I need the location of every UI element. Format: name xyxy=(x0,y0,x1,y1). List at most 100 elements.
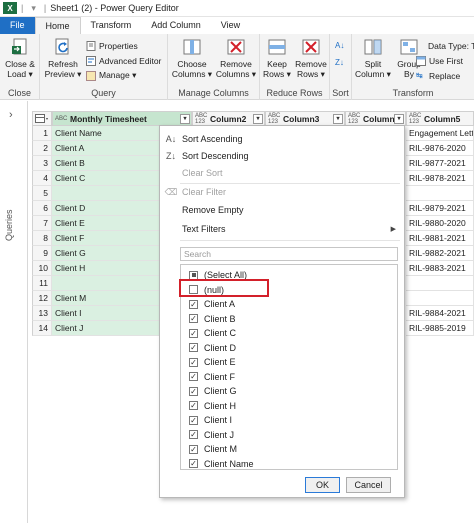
cell-column5[interactable]: RIL-9878-2021 xyxy=(406,171,474,186)
filter-item[interactable]: ✓ Client F xyxy=(189,370,235,384)
row-number[interactable]: 7 xyxy=(32,216,52,231)
sort-group: A↓ Z↓ Sort xyxy=(330,34,352,100)
manage-columns-group: Choose Columns ▾ Remove Columns ▾ Manage… xyxy=(168,34,260,100)
expand-queries-chevron-icon[interactable]: › xyxy=(9,109,13,121)
use-first-row-icon xyxy=(416,55,426,66)
filter-checkbox[interactable]: ✓ xyxy=(189,299,198,309)
row-number[interactable]: 4 xyxy=(32,171,52,186)
filter-item[interactable]: ✓ Client D xyxy=(189,341,236,355)
quick-access-dropdown-icon[interactable]: ▾ xyxy=(31,3,36,14)
column-header-column3[interactable]: ABC 123 Column3 ▾ xyxy=(265,111,345,126)
column-filter-dropdown-button[interactable]: ▾ xyxy=(253,114,263,124)
column-filter-dropdown-button[interactable]: ▾ xyxy=(180,114,190,124)
cell-column5[interactable]: RIL-9877-2021 xyxy=(406,156,474,171)
cell-column5[interactable]: RIL-9883-2021 xyxy=(406,261,474,276)
cancel-button[interactable]: Cancel xyxy=(346,477,391,493)
cell-column5[interactable]: RIL-9882-2021 xyxy=(406,246,474,261)
replace-values-button[interactable]: ↹ Replace xyxy=(416,69,460,82)
filter-checkbox[interactable]: ✓ xyxy=(189,328,198,338)
filter-item[interactable]: ✓ Client J xyxy=(189,428,234,442)
table-corner-button[interactable] xyxy=(32,111,52,126)
sort-descending-ribbon-button[interactable]: Z↓ xyxy=(335,56,344,69)
column-header-column5[interactable]: ABC 123 Column5 xyxy=(406,111,474,126)
refresh-preview-button[interactable]: Refresh Preview ▾ xyxy=(44,37,82,79)
filter-checkbox[interactable]: ✓ xyxy=(189,343,198,352)
filter-checkbox[interactable]: ✓ xyxy=(189,430,198,439)
manage-button[interactable]: Manage ▾ xyxy=(86,69,136,82)
row-number[interactable]: 8 xyxy=(32,231,52,246)
cell-column5[interactable]: RIL-9881-2021 xyxy=(406,231,474,246)
remove-columns-button[interactable]: Remove Columns ▾ xyxy=(214,37,258,79)
menu-sort-ascending[interactable]: A↓ Sort Ascending xyxy=(160,130,404,147)
filter-item[interactable]: ✓ Client G xyxy=(189,384,237,398)
row-number[interactable]: 14 xyxy=(32,321,52,336)
filter-item[interactable]: ✓ Client B xyxy=(189,312,236,326)
remove-rows-button[interactable]: Remove Rows ▾ xyxy=(293,37,329,79)
tab-file[interactable]: File xyxy=(0,17,35,34)
row-number[interactable]: 11 xyxy=(32,276,52,291)
cell-column5[interactable] xyxy=(406,291,474,306)
filter-item[interactable]: ✓ Client A xyxy=(189,297,235,311)
row-number[interactable]: 1 xyxy=(32,126,52,141)
filter-checkbox[interactable]: ✓ xyxy=(189,401,198,410)
cell-column5[interactable]: RIL-9885-2019 xyxy=(406,321,474,336)
filter-item[interactable]: ✓ Client H xyxy=(189,399,236,413)
data-type-dropdown[interactable]: Data Type: T xyxy=(428,39,474,52)
menu-text-filters[interactable]: Text Filters ▶ xyxy=(160,220,404,237)
tab-view[interactable]: View xyxy=(211,17,250,34)
filter-checkbox[interactable]: ✓ xyxy=(189,372,198,381)
close-load-button[interactable]: Close & Load ▾ xyxy=(3,37,37,79)
cell-column5[interactable]: Engagement Letter xyxy=(406,126,474,141)
row-number[interactable]: 9 xyxy=(32,246,52,261)
filter-checkbox[interactable]: ✓ xyxy=(189,415,198,425)
column-type-icon: ABC xyxy=(55,115,68,122)
row-number[interactable]: 3 xyxy=(32,156,52,171)
row-number[interactable]: 2 xyxy=(32,141,52,156)
properties-button[interactable]: Properties xyxy=(86,39,138,52)
row-number[interactable]: 6 xyxy=(32,201,52,216)
row-number[interactable]: 13 xyxy=(32,306,52,321)
filter-checkbox[interactable]: ✓ xyxy=(189,314,198,323)
filter-checkbox[interactable]: ✓ xyxy=(189,357,198,367)
tab-home[interactable]: Home xyxy=(34,17,81,34)
cell-column5[interactable] xyxy=(406,186,474,201)
sort-ascending-ribbon-button[interactable]: A↓ xyxy=(335,39,344,52)
filter-item[interactable]: ✓ Client C xyxy=(189,326,236,340)
tab-add-column[interactable]: Add Column xyxy=(141,17,211,34)
column-header-column4[interactable]: ABC 123 Column4 ▾ xyxy=(345,111,406,126)
cell-column5[interactable] xyxy=(406,276,474,291)
cell-column5[interactable]: RIL-9880-2020 xyxy=(406,216,474,231)
filter-search-input[interactable]: Search xyxy=(180,247,398,261)
filter-item[interactable]: ✓ Client I xyxy=(189,413,232,427)
filter-checkbox[interactable]: ✓ xyxy=(189,459,198,468)
cell-column5[interactable]: RIL-9884-2021 xyxy=(406,306,474,321)
filter-item[interactable]: ✓ Client Name xyxy=(189,457,254,471)
column-filter-dropdown-button[interactable]: ▾ xyxy=(333,114,343,124)
cell-column5[interactable]: RIL-9879-2021 xyxy=(406,201,474,216)
cell-column5[interactable]: RIL-9876-2020 xyxy=(406,141,474,156)
choose-columns-label-2: Columns ▾ xyxy=(171,69,213,79)
filter-item[interactable]: ✓ Client M xyxy=(189,442,237,456)
column-header-column2[interactable]: ABC 123 Column2 ▾ xyxy=(192,111,265,126)
menu-item-label: Clear Filter xyxy=(182,186,227,197)
menu-sort-descending[interactable]: Z↓ Sort Descending xyxy=(160,147,404,164)
tab-transform[interactable]: Transform xyxy=(81,17,142,34)
use-first-row-button[interactable]: Use First xyxy=(416,54,463,67)
filter-item[interactable]: ✓ Client E xyxy=(189,355,236,369)
choose-columns-button[interactable]: Choose Columns ▾ xyxy=(170,37,214,79)
row-number[interactable]: 5 xyxy=(32,186,52,201)
column-filter-dropdown-button[interactable]: ▾ xyxy=(394,114,404,124)
null-highlight-box xyxy=(179,279,269,297)
row-number[interactable]: 10 xyxy=(32,261,52,276)
advanced-editor-button[interactable]: Advanced Editor xyxy=(86,54,161,67)
menu-remove-empty[interactable]: Remove Empty xyxy=(160,201,404,218)
row-number[interactable]: 12 xyxy=(32,291,52,306)
ok-button[interactable]: OK xyxy=(305,477,340,493)
filter-checkbox[interactable]: ✓ xyxy=(189,444,198,454)
filter-checkbox[interactable]: ✓ xyxy=(189,386,198,396)
keep-rows-button[interactable]: Keep Rows ▾ xyxy=(261,37,293,79)
column-header-monthly-timesheet[interactable]: ABC Monthly Timesheet ▾ xyxy=(52,111,192,126)
split-column-button[interactable]: Split Column ▾ xyxy=(354,37,392,79)
queries-label[interactable]: Queries xyxy=(4,209,14,241)
split-column-label-2: Column ▾ xyxy=(355,69,391,79)
